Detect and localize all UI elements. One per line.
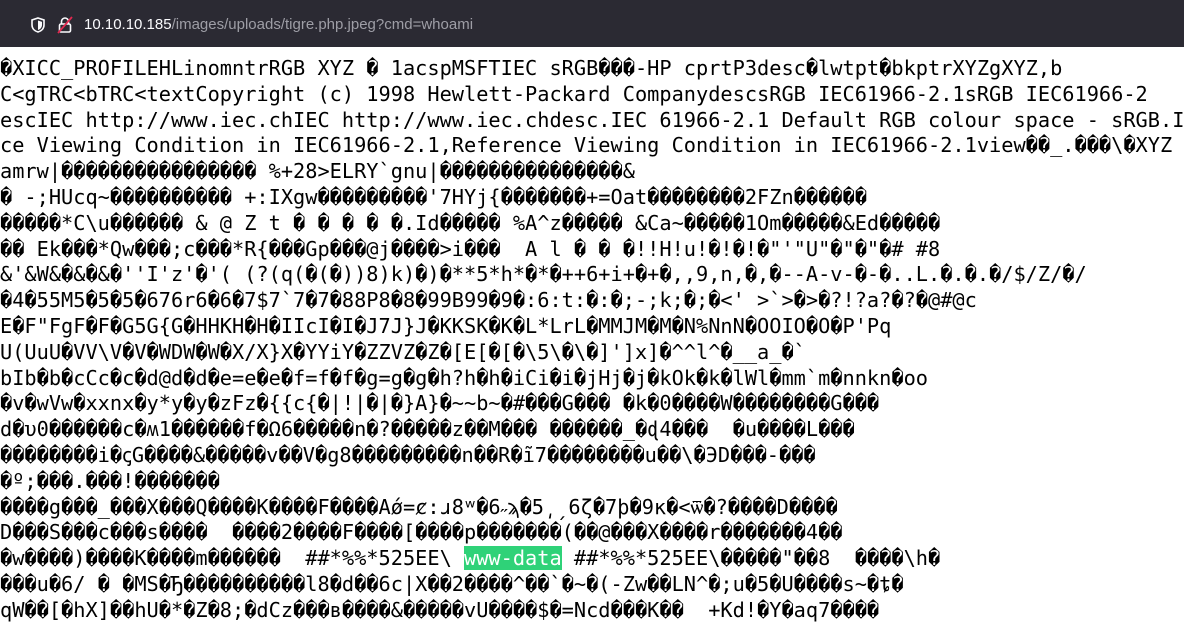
- output-line: �v�wVw�xxnx�y*y�y�zFz�{{c{�|!|�|�}A}�~~b…: [0, 391, 880, 416]
- output-line-suffix: ##*%%*525EE\�����"��8 ����\h�: [561, 546, 941, 571]
- shield-icon[interactable]: [30, 17, 46, 33]
- output-line: ���u�6/ � �MS�Ђ����������l8�d��6c|X��2��…: [0, 571, 904, 596]
- output-line: �w����)����K����m������ ##*%%*525EE\ www…: [0, 546, 1184, 572]
- output-line: escIEC http://www.iec.chIEC http://www.i…: [0, 107, 1184, 132]
- output-line: ce Viewing Condition in IEC61966-2.1,Ref…: [0, 133, 1184, 158]
- output-line: �XICC_PROFILEHLinomntrRGB XYZ � 1acspMSF…: [0, 56, 1063, 80]
- output-line: bIb�b�cCc�c�d@d�d�e=e�e�f=f�f�g=g�g�h?h�…: [0, 365, 928, 390]
- output-line: �º;���.���!�������: [0, 468, 220, 493]
- url-text[interactable]: 10.10.10.185/images/uploads/tigre.php.jp…: [84, 15, 473, 35]
- address-bar[interactable]: 10.10.10.185/images/uploads/tigre.php.jp…: [0, 0, 1184, 47]
- output-line: d�υ0������c�ʍ1������f�Ω6�����n�?�����z��…: [0, 417, 855, 442]
- output-line: �����*C\u������ & @ Z t � � � � �.Id����…: [0, 210, 941, 235]
- output-line: ����g���_���X���Q����K����F����Aǿ=ȼ:ɹ8ʷ�…: [0, 494, 838, 519]
- url-path: /images/uploads/tigre.php.jpeg?cmd=whoam…: [171, 16, 474, 33]
- output-line: �4�55M5�5�5�676r6�6�7$7`7�7�88P8�8�99B99…: [0, 288, 977, 313]
- output-line: D���S���c���s���� ����2����F����[����p��…: [0, 520, 843, 545]
- output-line: E�F"FgF�F�G5G{G�HHKH�H�IIcI�I�J7J}J�KKSK…: [0, 313, 892, 338]
- insecure-lock-icon[interactable]: [57, 16, 73, 34]
- output-line: U(UuU�VV\V�V�WDW�W�X/X}X�YYiY�ZZVZ�Z�[E[…: [0, 339, 806, 364]
- output-line: qW��[�hX]��hU�*�Z�8;�dCz���в����&�����vU…: [0, 597, 880, 622]
- output-line: ��������i�ꞔG����&�����v��V�g8���������n�…: [0, 442, 816, 467]
- output-line: amrw|���������������� %+28>ELRY`gnu|����…: [0, 159, 635, 184]
- output-line: &'&W&�&�&�''I'z'�'( (?(q(�(�))8)k)�)�**5…: [0, 262, 1087, 287]
- page-content: �XICC_PROFILEHLinomntrRGB XYZ � 1acspMSF…: [0, 47, 1184, 630]
- output-line: C<gTRC<bTRC<textCopyright (c) 1998 Hewle…: [0, 81, 1148, 106]
- raw-output-text: �XICC_PROFILEHLinomntrRGB XYZ � 1acspMSF…: [0, 56, 1184, 624]
- output-line-prefix: �w����)����K����m������ ##*%%*525EE\: [0, 546, 464, 571]
- output-line: �� Ek���*Qw���;c���*R{���Gp���@j����>i��…: [0, 236, 941, 261]
- command-output-highlight: www-data: [464, 546, 562, 571]
- output-line: � -;HUcq~���������� +:IXgw���������'7HYj…: [0, 184, 867, 209]
- url-host: 10.10.10.185: [84, 16, 172, 33]
